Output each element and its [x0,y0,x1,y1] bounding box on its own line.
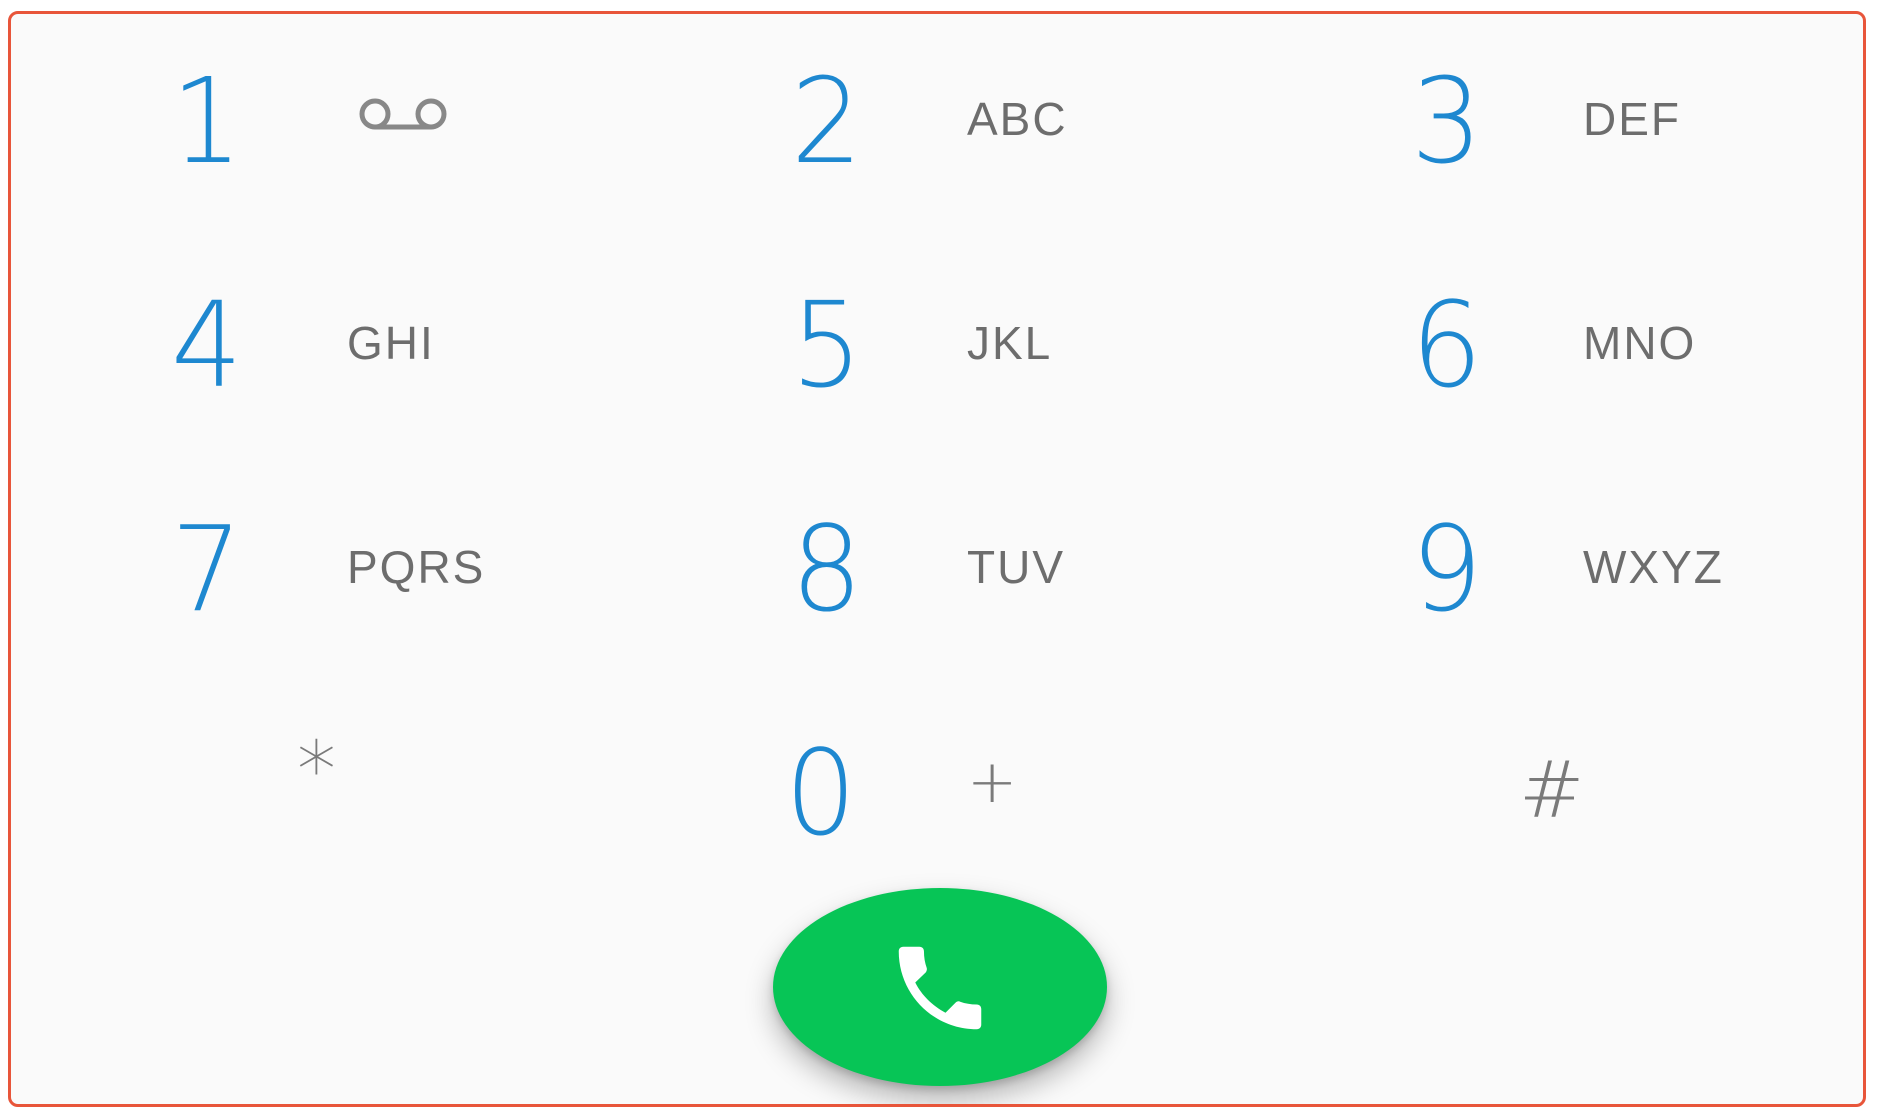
dial-key-letters: WXYZ [1583,541,1724,593]
dial-key-digit: 3 [1411,52,1483,190]
dial-key-letters: + [967,747,1018,817]
voicemail-icon [359,98,447,130]
dial-key-digit: 0 [785,724,857,862]
call-button[interactable] [773,888,1107,1086]
dial-key-digit: * [297,726,336,816]
dial-key-0[interactable]: 0 + [785,726,1191,866]
dialpad-panel: 1 2 ABC 3 DEF 4 GHI 5 JKL 6 MNO 7 PQRS 8… [8,11,1866,1107]
dial-key-2[interactable]: 2 ABC [791,54,1191,194]
dial-key-digit: 4 [171,276,243,414]
dial-key-5[interactable]: 5 JKL [791,278,1191,418]
dial-key-letters: ABC [967,93,1068,145]
dial-key-digit: # [1519,746,1585,836]
dial-key-3[interactable]: 3 DEF [1411,54,1811,194]
dial-key-star[interactable]: * [171,726,571,866]
dial-key-digit: 2 [791,52,863,190]
dial-key-letters: PQRS [347,541,486,593]
dial-key-digit: 8 [791,500,863,638]
dial-key-1[interactable]: 1 [171,54,571,194]
dial-key-digit: 7 [171,500,243,638]
dial-key-letters: DEF [1583,93,1681,145]
phone-icon [898,946,982,1030]
dial-key-6[interactable]: 6 MNO [1411,278,1811,418]
dial-key-digit: 9 [1411,500,1483,638]
dial-key-letters: JKL [967,317,1053,369]
dial-key-digit: 1 [171,52,243,190]
dial-key-4[interactable]: 4 GHI [171,278,571,418]
dial-key-digit: 5 [791,276,863,414]
dial-key-digit: 6 [1411,276,1483,414]
dial-key-hash[interactable]: # [1411,726,1811,866]
dial-key-letters: TUV [967,541,1065,593]
dial-key-7[interactable]: 7 PQRS [171,502,571,642]
dial-key-9[interactable]: 9 WXYZ [1411,502,1831,642]
dial-key-letters: GHI [347,317,435,369]
dial-key-letters: MNO [1583,317,1697,369]
dial-key-8[interactable]: 8 TUV [791,502,1191,642]
